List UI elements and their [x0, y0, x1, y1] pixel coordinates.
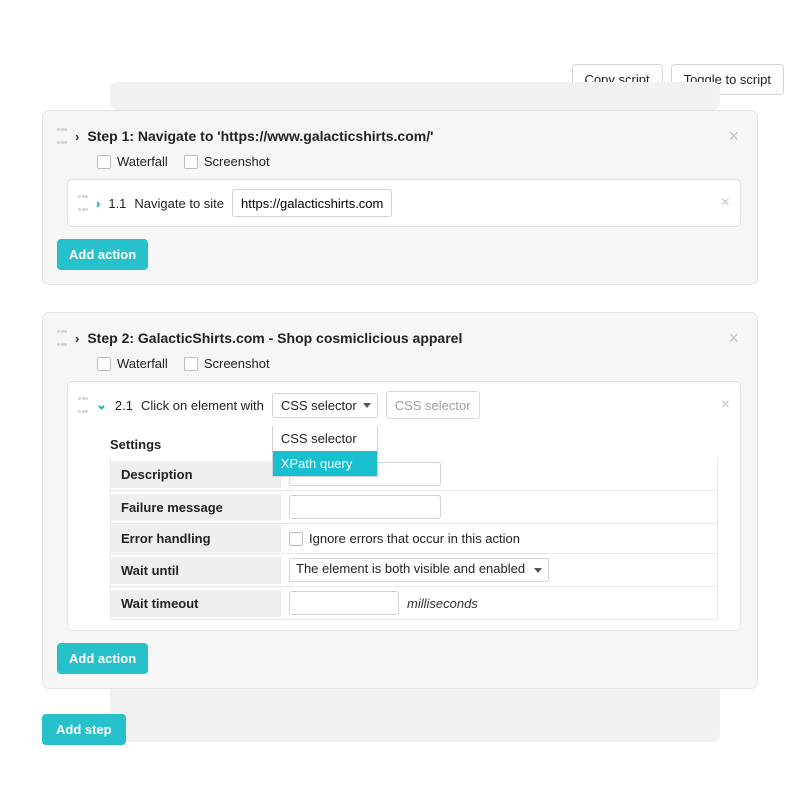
setting-label-failure-message: Failure message [111, 494, 281, 521]
checkbox-icon [97, 357, 111, 371]
action-index: 1.1 [108, 196, 126, 211]
drag-handle-icon[interactable] [57, 330, 67, 346]
close-step-icon[interactable]: × [728, 328, 739, 349]
checkbox-icon [184, 357, 198, 371]
checkbox-icon [97, 155, 111, 169]
chevron-right-icon[interactable]: › [75, 331, 79, 346]
chevron-down-icon[interactable]: ⌄ [96, 397, 107, 413]
step-panel-2: › Step 2: GalacticShirts.com - Shop cosm… [42, 312, 758, 689]
step-panel-1: › Step 1: Navigate to 'https://www.galac… [42, 110, 758, 285]
setting-label-description: Description [111, 461, 281, 488]
ignore-errors-checkbox[interactable]: Ignore errors that occur in this action [289, 531, 520, 546]
screenshot-checkbox[interactable]: Screenshot [184, 154, 270, 169]
selector-type-option-xpath[interactable]: XPath query [273, 451, 377, 476]
selector-type-dropdown: CSS selector XPath query [272, 426, 378, 477]
add-step-button[interactable]: Add step [42, 714, 126, 745]
setting-label-error-handling: Error handling [111, 525, 281, 552]
step-title: Step 2: GalacticShirts.com - Shop cosmic… [87, 330, 462, 346]
waterfall-label: Waterfall [117, 154, 168, 169]
wait-timeout-unit: milliseconds [407, 596, 478, 611]
checkbox-icon [289, 532, 303, 546]
settings-title: Settings [110, 437, 718, 452]
action-row: › 1.1 Navigate to site × [67, 179, 741, 227]
setting-label-wait-until: Wait until [111, 557, 281, 584]
waterfall-checkbox[interactable]: Waterfall [97, 356, 168, 371]
close-action-icon[interactable]: × [721, 396, 730, 414]
add-action-button[interactable]: Add action [57, 239, 148, 270]
chevron-right-icon[interactable]: › [96, 196, 100, 211]
close-action-icon[interactable]: × [721, 194, 730, 212]
action-label: Click on element with [141, 398, 264, 413]
screenshot-label: Screenshot [204, 154, 270, 169]
wait-until-select[interactable]: The element is both visible and enabled [289, 558, 549, 582]
add-action-button[interactable]: Add action [57, 643, 148, 674]
action-label: Navigate to site [134, 196, 224, 211]
wait-timeout-input[interactable] [289, 591, 399, 615]
url-input[interactable] [232, 189, 392, 217]
drag-handle-icon[interactable] [57, 128, 67, 144]
ghost-background [110, 82, 720, 110]
screenshot-checkbox[interactable]: Screenshot [184, 356, 270, 371]
selector-type-option-css[interactable]: CSS selector [273, 426, 377, 451]
close-step-icon[interactable]: × [728, 126, 739, 147]
ghost-background [110, 680, 720, 742]
failure-message-input[interactable] [289, 495, 441, 519]
ignore-errors-label: Ignore errors that occur in this action [309, 531, 520, 546]
drag-handle-icon[interactable] [78, 397, 88, 413]
setting-label-wait-timeout: Wait timeout [111, 590, 281, 617]
checkbox-icon [184, 155, 198, 169]
selector-type-select[interactable]: CSS selector [272, 393, 378, 418]
chevron-right-icon[interactable]: › [75, 129, 79, 144]
settings-block: Settings Description Failure message Err… [68, 427, 740, 620]
screenshot-label: Screenshot [204, 356, 270, 371]
drag-handle-icon[interactable] [78, 195, 88, 211]
step-title: Step 1: Navigate to 'https://www.galacti… [87, 128, 433, 144]
waterfall-checkbox[interactable]: Waterfall [97, 154, 168, 169]
waterfall-label: Waterfall [117, 356, 168, 371]
action-index: 2.1 [115, 398, 133, 413]
action-row-expanded: ⌄ 2.1 Click on element with CSS selector… [67, 381, 741, 631]
selector-value-input[interactable]: CSS selector [386, 391, 480, 419]
